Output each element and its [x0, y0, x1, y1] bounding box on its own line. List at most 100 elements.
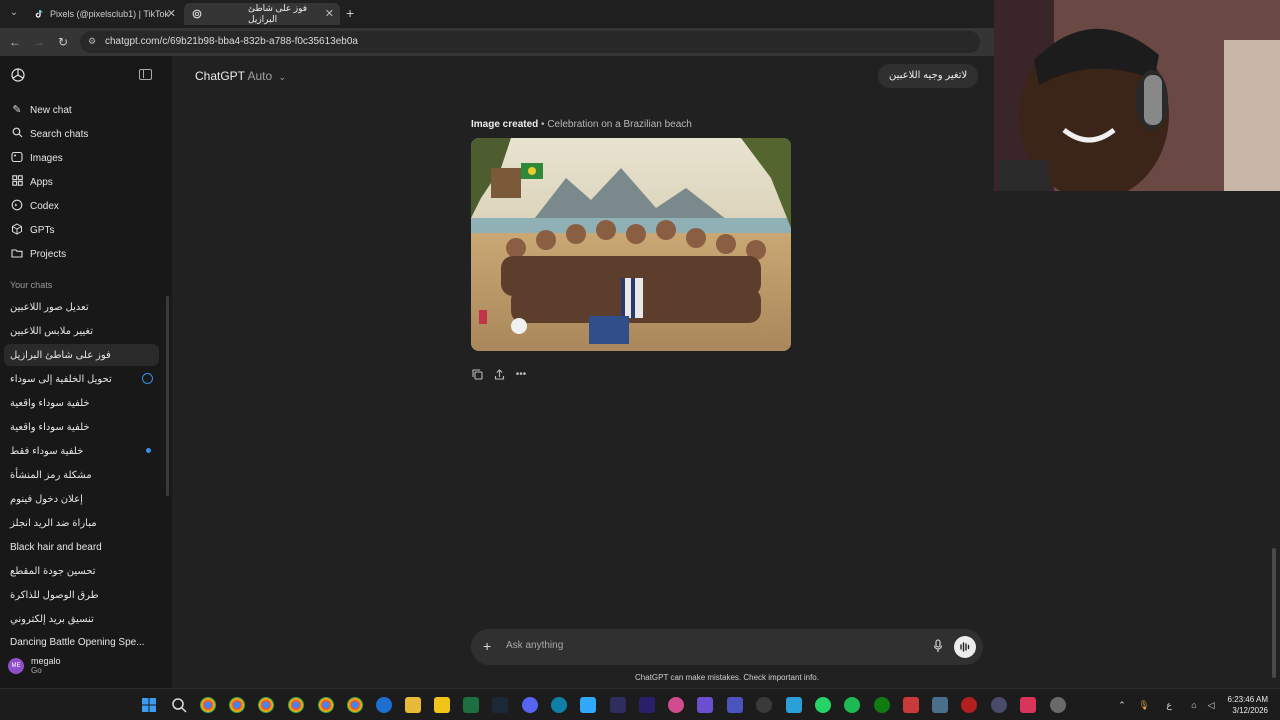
chat-item[interactable]: إعلان دخول فينوم	[4, 488, 159, 510]
app-icon[interactable]	[376, 697, 392, 713]
chat-item[interactable]: تعديل صور اللاعبين	[4, 296, 159, 318]
xbox-icon[interactable]	[874, 697, 890, 713]
volume-icon[interactable]: ◁	[1205, 699, 1217, 711]
sidebar-item-new-chat[interactable]: ✎ New chat	[0, 98, 172, 122]
copy-icon[interactable]	[471, 369, 483, 381]
chat-item[interactable]: مباراة ضد الريد انجلز	[4, 512, 159, 534]
sidebar-item-gpts[interactable]: GPTs	[0, 218, 172, 242]
sidebar-item-images[interactable]: Images	[0, 146, 172, 170]
app-icon[interactable]	[991, 697, 1007, 713]
sidebar-item-label: Images	[30, 152, 63, 164]
tray-chevron-up-icon[interactable]: ⌃	[1116, 699, 1128, 711]
chat-item[interactable]: مشكلة رمز المنشأة	[4, 464, 159, 486]
windows-start-icon[interactable]	[141, 697, 157, 713]
premiere-pro-icon[interactable]	[639, 697, 655, 713]
unread-dot-icon	[146, 448, 151, 453]
avatar: ME	[8, 657, 24, 674]
app-icon[interactable]	[434, 697, 450, 713]
composer[interactable]: + Ask anything	[471, 629, 983, 665]
composer-input[interactable]: Ask anything	[506, 640, 563, 651]
network-icon[interactable]: ⌂	[1188, 699, 1200, 711]
model-selector[interactable]: ChatGPT Auto ⌄	[195, 69, 286, 83]
message-actions: •••	[471, 369, 527, 381]
chat-title: طرق الوصول للذاكرة	[10, 589, 99, 601]
chat-item[interactable]: تنسيق بريد إلكتروني	[4, 608, 159, 630]
chrome-icon[interactable]	[229, 697, 245, 713]
site-info-icon[interactable]: ⚙	[88, 36, 99, 47]
reload-icon[interactable]: ↻	[55, 34, 71, 50]
app-icon[interactable]	[668, 697, 684, 713]
spotify-icon[interactable]	[844, 697, 860, 713]
browser-toolbar: ← → ↻ ⚙ chatgpt.com/c/69b21b98-bba4-832b…	[0, 28, 994, 56]
close-tab-icon[interactable]: ✕	[325, 7, 334, 20]
chat-item[interactable]: تغيير ملابس اللاعبين	[4, 320, 159, 342]
microphone-icon[interactable]	[933, 639, 943, 653]
discord-icon[interactable]	[522, 697, 538, 713]
share-icon[interactable]	[493, 369, 505, 381]
settings-gear-icon[interactable]	[1050, 697, 1066, 713]
add-attachment-icon[interactable]: +	[483, 638, 491, 654]
tab-tiktok[interactable]: Pixels (@pixelsclub1) | TikTok ✕	[26, 3, 182, 25]
new-tab-plus-icon[interactable]: +	[346, 5, 354, 21]
chat-title: تعديل صور اللاعبين	[10, 301, 89, 313]
tab-search-icon[interactable]: ⌄	[6, 5, 22, 21]
tab-chatgpt[interactable]: فوز على شاطئ البرازيل ✕	[184, 3, 340, 25]
chrome-icon[interactable]	[318, 697, 334, 713]
chat-item[interactable]: Dancing Battle Opening Spe...	[4, 632, 159, 648]
whatsapp-icon[interactable]	[815, 697, 831, 713]
chat-title: خلفية سوداء واقعية	[10, 421, 90, 433]
chat-item[interactable]: Black hair and beard	[4, 536, 159, 558]
chat-item[interactable]: تحويل الخلفية إلى سوداء	[4, 368, 159, 390]
sidebar-item-codex[interactable]: Codex	[0, 194, 172, 218]
chrome-icon[interactable]	[288, 697, 304, 713]
address-bar[interactable]: ⚙ chatgpt.com/c/69b21b98-bba4-832b-a788-…	[80, 31, 980, 53]
app-icon[interactable]	[903, 697, 919, 713]
photoshop-icon[interactable]	[580, 697, 596, 713]
sidebar-item-search-chats[interactable]: Search chats	[0, 122, 172, 146]
sidebar-scrollbar[interactable]	[166, 296, 169, 496]
excel-icon[interactable]	[463, 697, 479, 713]
tray-microphone-icon[interactable]: 🎙	[1138, 699, 1150, 711]
chrome-icon[interactable]	[258, 697, 274, 713]
app-icon[interactable]	[932, 697, 948, 713]
sidebar-item-projects[interactable]: Projects	[0, 242, 172, 266]
teams-icon[interactable]	[727, 697, 743, 713]
chat-item-active[interactable]: فوز على شاطئ البرازيل	[4, 344, 159, 366]
chat-item[interactable]: خلفية سوداء فقط	[4, 440, 159, 462]
user-account-button[interactable]: ME megalo Go	[8, 656, 61, 675]
chat-item[interactable]: خلفية سوداء واقعية	[4, 392, 159, 414]
generated-image[interactable]	[471, 138, 791, 351]
chrome-icon[interactable]	[200, 697, 216, 713]
clock[interactable]: 6:23:46 AM 3/12/2026	[1228, 694, 1268, 716]
telegram-icon[interactable]	[786, 697, 802, 713]
chat-title: Black hair and beard	[10, 541, 102, 553]
main-scrollbar[interactable]	[1272, 548, 1276, 678]
app-icon[interactable]	[1020, 697, 1036, 713]
disclaimer-text: ChatGPT can make mistakes. Check importa…	[635, 673, 819, 682]
image-caption-title: • Celebration on a Brazilian beach	[541, 119, 692, 130]
app-icon[interactable]	[697, 697, 713, 713]
app-icon[interactable]	[961, 697, 977, 713]
forward-arrow-icon[interactable]: →	[31, 34, 47, 50]
openai-logo-icon[interactable]	[10, 67, 26, 83]
taskbar-search-icon[interactable]	[171, 697, 187, 713]
apps-grid-icon	[10, 175, 24, 189]
sidebar-item-apps[interactable]: Apps	[0, 170, 172, 194]
chat-item[interactable]: طرق الوصول للذاكرة	[4, 584, 159, 606]
chat-item[interactable]: خلفية سوداء واقعية	[4, 416, 159, 438]
premiere-icon[interactable]	[610, 697, 626, 713]
chat-item[interactable]: تحسين جودة المقطع	[4, 560, 159, 582]
tab-title: فوز على شاطئ البرازيل	[248, 3, 308, 24]
voice-mode-button[interactable]	[954, 636, 976, 658]
chrome-active-icon[interactable]	[347, 697, 363, 713]
edge-icon[interactable]	[551, 697, 567, 713]
input-language[interactable]: ع	[1163, 699, 1175, 711]
tiktok-favicon-icon	[34, 9, 44, 19]
more-options-icon[interactable]: •••	[515, 369, 527, 381]
app-icon[interactable]	[756, 697, 772, 713]
close-tab-icon[interactable]: ✕	[167, 7, 176, 20]
steam-icon[interactable]	[492, 697, 508, 713]
file-explorer-icon[interactable]	[405, 697, 421, 713]
back-arrow-icon[interactable]: ←	[7, 34, 23, 50]
collapse-sidebar-icon[interactable]	[139, 69, 152, 80]
